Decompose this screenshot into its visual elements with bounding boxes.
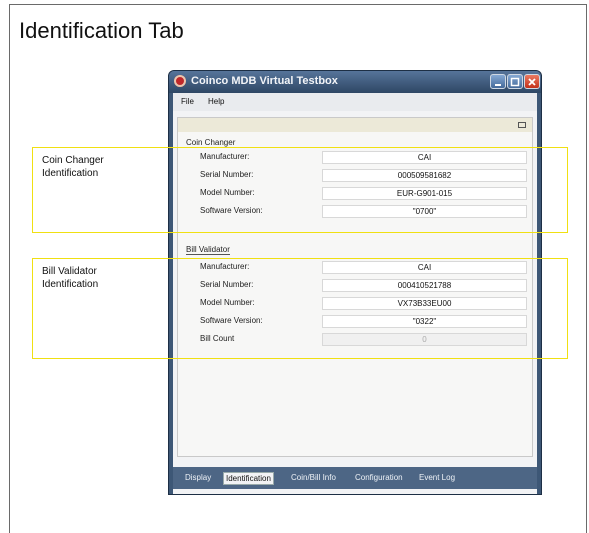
tab-configuration[interactable]: Configuration xyxy=(353,472,405,483)
coin-changer-highlight xyxy=(32,147,568,233)
coin-callout-line-1: Coin Changer xyxy=(42,155,104,166)
title-bar[interactable]: Coinco MDB Virtual Testbox xyxy=(169,71,541,93)
tab-identification[interactable]: Identification xyxy=(223,472,274,485)
window-title: Coinco MDB Virtual Testbox xyxy=(191,75,338,87)
close-icon xyxy=(528,77,536,86)
slide-title: Identification Tab xyxy=(19,18,184,43)
minimize-icon xyxy=(495,83,501,86)
maximize-button[interactable] xyxy=(507,74,523,89)
menu-bar: File Help xyxy=(173,93,537,111)
minimize-button[interactable] xyxy=(490,74,506,89)
maximize-icon xyxy=(510,77,520,86)
bill-callout-line-2: Identification xyxy=(42,279,99,290)
menu-help[interactable]: Help xyxy=(208,97,224,106)
bill-validator-heading: Bill Validator xyxy=(186,245,230,255)
tab-bar: Display Identification Coin/Bill Info Co… xyxy=(173,467,537,489)
tab-display[interactable]: Display xyxy=(183,472,213,483)
panel-header xyxy=(178,118,532,132)
tab-coin-bill-info[interactable]: Coin/Bill Info xyxy=(289,472,338,483)
bill-validator-callout: Bill Validator Identification xyxy=(42,265,98,291)
close-button[interactable] xyxy=(524,74,540,89)
restore-icon[interactable] xyxy=(518,122,526,128)
app-icon xyxy=(174,75,186,87)
menu-file[interactable]: File xyxy=(181,97,194,106)
bill-callout-line-1: Bill Validator xyxy=(42,266,97,277)
coin-callout-line-2: Identification xyxy=(42,168,99,179)
tab-event-log[interactable]: Event Log xyxy=(417,472,457,483)
coin-changer-callout: Coin Changer Identification xyxy=(42,154,104,180)
bill-validator-highlight xyxy=(32,258,568,359)
